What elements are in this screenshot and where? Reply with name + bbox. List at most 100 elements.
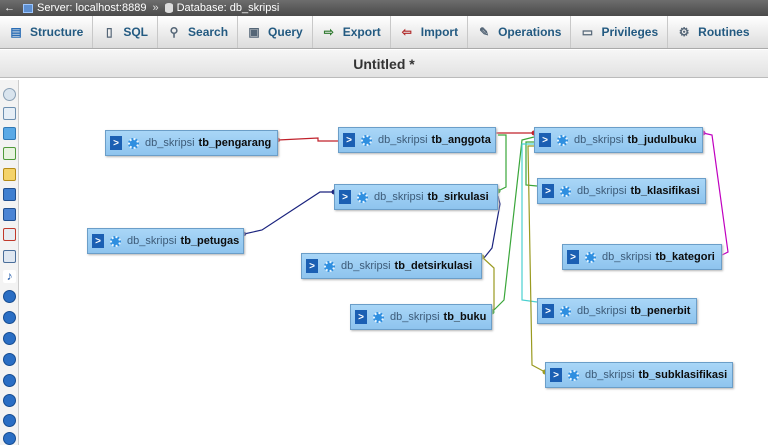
server-icon bbox=[23, 3, 33, 13]
table-db-label: db_skripsi bbox=[577, 185, 627, 197]
tab-operations-label: Operations bbox=[498, 25, 562, 39]
table-box-subklasifikasi[interactable]: > db_skripsi tb_subklasifikasi bbox=[545, 362, 733, 388]
table-box-klasifikasi[interactable]: > db_skripsi tb_klasifikasi bbox=[537, 178, 706, 204]
tab-routines-label: Routines bbox=[698, 25, 750, 39]
table-box-detsirkulasi[interactable]: > db_skripsi tb_detsirkulasi bbox=[301, 253, 482, 279]
save-icon[interactable] bbox=[3, 188, 16, 201]
back-arrow-icon[interactable]: ← bbox=[4, 2, 15, 14]
table-box-judulbuku[interactable]: > db_skripsi tb_judulbuku bbox=[534, 127, 703, 153]
help-icon[interactable] bbox=[3, 332, 16, 345]
breadcrumb-separator: » bbox=[152, 2, 159, 14]
add-tables-icon[interactable] bbox=[3, 127, 16, 140]
tab-privileges-label: Privileges bbox=[601, 25, 659, 39]
relation-line bbox=[491, 136, 535, 313]
table-options-icon[interactable] bbox=[361, 134, 372, 146]
export-schema-icon[interactable] bbox=[3, 432, 16, 445]
relation-line bbox=[521, 143, 538, 303]
database-icon bbox=[164, 3, 173, 13]
toggle-columns-icon[interactable]: > bbox=[306, 259, 318, 273]
relation-line bbox=[243, 191, 334, 235]
reload-icon[interactable] bbox=[3, 311, 16, 324]
toggle-columns-icon[interactable]: > bbox=[542, 184, 554, 198]
new-page-icon[interactable] bbox=[3, 147, 16, 160]
table-db-label: db_skripsi bbox=[585, 369, 635, 381]
table-options-icon[interactable] bbox=[560, 305, 571, 317]
tab-privileges[interactable]: ▭ Privileges bbox=[571, 16, 669, 48]
small-big-icon[interactable] bbox=[3, 394, 16, 407]
table-name-label: tb_sirkulasi bbox=[427, 191, 489, 203]
table-db-label: db_skripsi bbox=[378, 134, 428, 146]
tab-import[interactable]: ⇦ Import bbox=[391, 16, 469, 48]
routines-icon: ⚙ bbox=[678, 25, 690, 39]
show-all-icon[interactable] bbox=[3, 88, 16, 101]
breadcrumb-database-label[interactable]: Database: db_skripsi bbox=[177, 2, 280, 14]
snap-to-grid-icon[interactable] bbox=[3, 374, 16, 387]
delete-page-icon[interactable] bbox=[3, 228, 16, 241]
tab-export-label: Export bbox=[342, 25, 381, 39]
choose-column-icon[interactable] bbox=[3, 290, 16, 303]
tab-sql[interactable]: ▯ SQL bbox=[93, 16, 159, 48]
table-options-icon[interactable] bbox=[110, 235, 121, 247]
table-name-label: tb_detsirkulasi bbox=[394, 260, 473, 272]
table-name-label: tb_subklasifikasi bbox=[638, 369, 728, 381]
table-options-icon[interactable] bbox=[560, 185, 571, 197]
create-relation-icon[interactable]: ♪ bbox=[3, 270, 16, 283]
breadcrumb-server[interactable]: Server: localhost:8889 bbox=[23, 2, 146, 14]
relation-line bbox=[497, 134, 507, 192]
toggle-columns-icon[interactable]: > bbox=[339, 190, 351, 204]
table-box-anggota[interactable]: > db_skripsi tb_anggota bbox=[338, 127, 496, 153]
main-tabs: ▤ Structure ▯ SQL ⚲ Search ▣ Query ⇨ Export ⇦… bbox=[0, 16, 768, 49]
privileges-icon: ▭ bbox=[581, 25, 594, 39]
table-name-label: tb_klasifikasi bbox=[630, 185, 700, 197]
toggle-columns-icon[interactable]: > bbox=[110, 136, 122, 150]
table-box-petugas[interactable]: > db_skripsi tb_petugas bbox=[87, 228, 244, 254]
import-icon: ⇦ bbox=[401, 25, 412, 39]
query-icon: ▣ bbox=[248, 25, 260, 39]
tab-sql-label: SQL bbox=[123, 25, 149, 39]
table-box-sirkulasi[interactable]: > db_skripsi tb_sirkulasi bbox=[334, 184, 498, 210]
table-box-buku[interactable]: > db_skripsi tb_buku bbox=[350, 304, 492, 330]
breadcrumb-database[interactable]: Database: db_skripsi bbox=[164, 2, 280, 14]
breadcrumb-server-label[interactable]: Server: localhost:8889 bbox=[37, 2, 146, 14]
toggle-columns-icon[interactable]: > bbox=[92, 234, 104, 248]
tab-export[interactable]: ⇨ Export bbox=[313, 16, 391, 48]
create-table-icon[interactable] bbox=[3, 250, 16, 263]
toggle-columns-icon[interactable]: > bbox=[343, 133, 355, 147]
search-icon: ⚲ bbox=[169, 25, 179, 39]
table-name-label: tb_penerbit bbox=[630, 305, 691, 317]
edit-page-icon[interactable] bbox=[3, 168, 16, 181]
angular-links-icon[interactable] bbox=[3, 353, 16, 366]
tab-operations[interactable]: ✎ Operations bbox=[468, 16, 572, 48]
tab-query[interactable]: ▣ Query bbox=[238, 16, 313, 48]
toggle-columns-icon[interactable]: > bbox=[542, 304, 554, 318]
designer-title-bar: Untitled * bbox=[0, 50, 768, 78]
table-options-icon[interactable] bbox=[128, 137, 139, 149]
tab-structure[interactable]: ▤ Structure bbox=[0, 16, 94, 48]
table-options-icon[interactable] bbox=[557, 134, 568, 146]
export-icon: ⇨ bbox=[323, 25, 334, 39]
table-name-label: tb_anggota bbox=[431, 134, 491, 146]
table-options-icon[interactable] bbox=[373, 311, 384, 323]
save-as-icon[interactable] bbox=[3, 208, 16, 221]
toggle-columns-icon[interactable]: > bbox=[355, 310, 367, 324]
toggle-columns-icon[interactable]: > bbox=[567, 250, 579, 264]
tab-search-label: Search bbox=[188, 25, 229, 39]
designer-toolbar: ♪ bbox=[0, 80, 19, 445]
table-options-icon[interactable] bbox=[324, 260, 335, 272]
page-title[interactable]: Untitled * bbox=[353, 56, 414, 72]
toggle-relation-lines-icon[interactable] bbox=[3, 414, 16, 427]
operations-icon: ✎ bbox=[479, 25, 490, 39]
table-options-icon[interactable] bbox=[357, 191, 368, 203]
table-box-kategori[interactable]: > db_skripsi tb_kategori bbox=[562, 244, 722, 270]
table-options-icon[interactable] bbox=[568, 369, 579, 381]
table-name-label: tb_pengarang bbox=[198, 137, 272, 149]
tab-routines[interactable]: ⚙ Routines bbox=[668, 16, 758, 48]
table-options-icon[interactable] bbox=[585, 251, 596, 263]
table-box-penerbit[interactable]: > db_skripsi tb_penerbit bbox=[537, 298, 697, 324]
toggle-columns-icon[interactable]: > bbox=[539, 133, 551, 147]
tab-search[interactable]: ⚲ Search bbox=[158, 16, 239, 48]
toggle-columns-icon[interactable]: > bbox=[550, 368, 562, 382]
table-box-pengarang[interactable]: > db_skripsi tb_pengarang bbox=[105, 130, 278, 156]
tab-query-label: Query bbox=[268, 25, 303, 39]
fullscreen-icon[interactable] bbox=[3, 107, 16, 120]
